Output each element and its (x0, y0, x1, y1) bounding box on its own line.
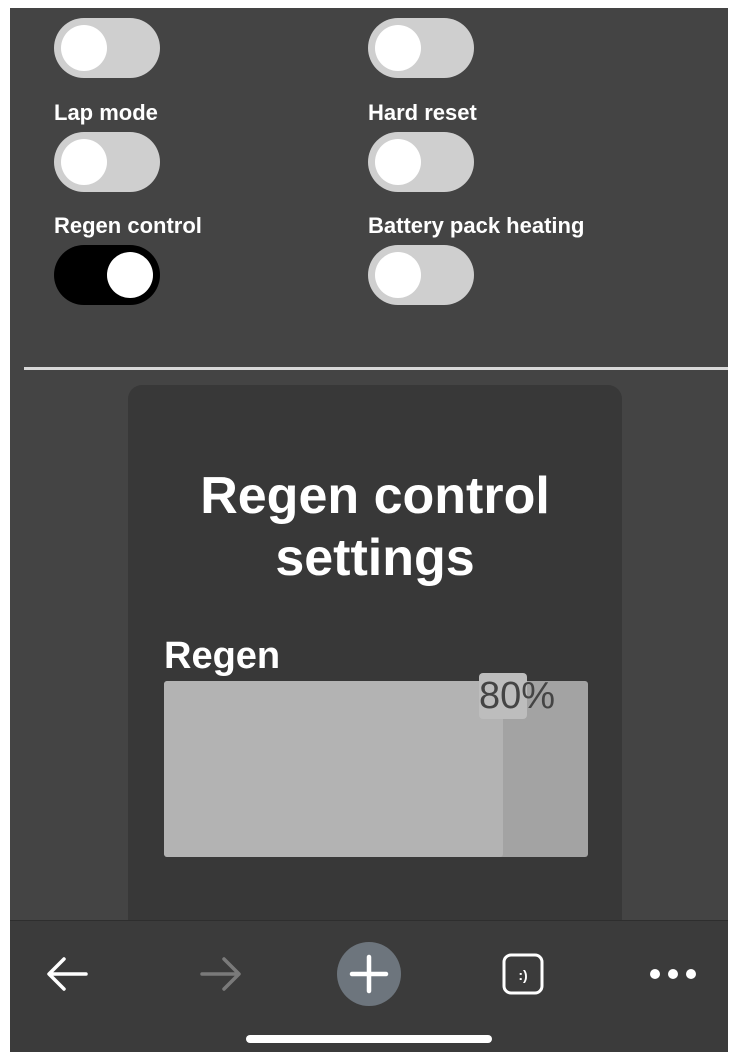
regen-slider-value: 80% (479, 675, 556, 717)
battery-pack-heating-toggle[interactable] (368, 245, 474, 305)
toggle-knob (107, 252, 153, 298)
toggle-switch-1[interactable] (368, 18, 474, 78)
toggle-knob (375, 139, 421, 185)
forward-arrow-icon (200, 957, 241, 991)
regen-settings-card: Regen control settings Regen 80% (128, 385, 622, 945)
app-screen: Lap mode Hard reset Regen control Batter… (10, 8, 728, 1052)
toggle-label-battery-pack-heating: Battery pack heating (368, 213, 585, 238)
toggle-label-hard-reset: Hard reset (368, 100, 477, 125)
regen-slider-label: Regen (164, 635, 281, 677)
new-tab-button[interactable] (334, 939, 404, 1009)
card-title-line-1: Regen control (200, 467, 550, 525)
more-icon (650, 969, 696, 979)
card-title: Regen control settings (128, 465, 622, 589)
hard-reset-toggle[interactable] (368, 132, 474, 192)
toggle-label-regen-control: Regen control (54, 213, 202, 238)
toggle-knob (61, 139, 107, 185)
forward-button[interactable] (186, 939, 256, 1009)
browser-bottom-toolbar: :) (10, 920, 728, 1052)
toggle-knob (375, 25, 421, 71)
regen-control-toggle[interactable] (54, 245, 160, 305)
section-divider (24, 367, 728, 370)
card-title-line-2: settings (275, 529, 475, 587)
toggle-grid: Lap mode Hard reset Regen control Batter… (10, 8, 728, 368)
smiley-tab-icon: :) (502, 953, 544, 995)
toggle-knob (375, 252, 421, 298)
regen-slider-fill (164, 681, 503, 857)
more-button[interactable] (638, 939, 708, 1009)
back-arrow-icon (47, 957, 88, 991)
lap-mode-toggle[interactable] (54, 132, 160, 192)
home-indicator (246, 1035, 492, 1043)
toggle-switch-0[interactable] (54, 18, 160, 78)
svg-text::): :) (518, 967, 527, 983)
tabs-button[interactable]: :) (488, 939, 558, 1009)
back-button[interactable] (32, 939, 102, 1009)
plus-icon (337, 942, 401, 1006)
toggle-label-lap-mode: Lap mode (54, 100, 158, 125)
toggle-knob (61, 25, 107, 71)
